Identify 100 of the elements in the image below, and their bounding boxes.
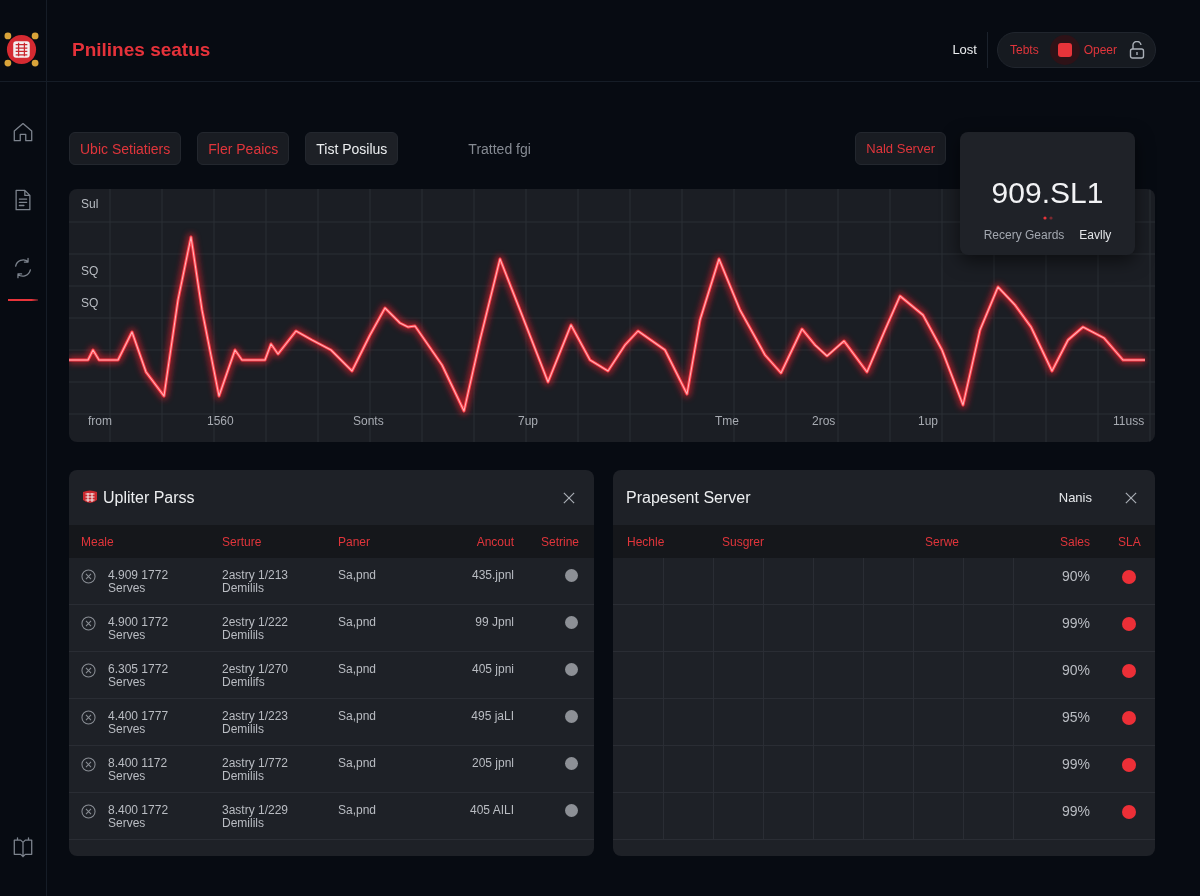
filter-chip[interactable]: Ubic Setiatiers [69,132,182,165]
column-header: Hechle [627,534,665,549]
x-circle-icon [81,710,96,725]
x-circle-icon [81,757,96,772]
stat-label: Recery Geards [983,228,1065,242]
table-cell: 99% [1061,804,1090,819]
home-icon[interactable] [12,121,34,143]
grid-badge-icon [82,490,98,505]
table-cell: 2estry 1/270 [222,663,289,676]
axis-label: 1560 [207,414,234,428]
status-dot-icon [565,757,578,770]
app-title: Pnilines seatus [72,38,211,61]
table-cell: Serves [108,582,146,595]
toggle-label[interactable]: Opeer [1083,42,1117,57]
column-header: Serture [222,534,262,549]
table-cell: 6.305 1772 [108,663,169,676]
status-dot-icon [565,569,578,582]
table-cell: Demilils [222,629,264,642]
refresh-icon[interactable] [12,257,34,279]
column-header: Sales [1059,534,1090,549]
x-circle-icon [81,663,96,678]
table-cell: Serves [108,723,146,736]
stop-icon[interactable] [1049,34,1080,65]
close-icon[interactable] [1125,491,1137,504]
panel-title: Prapesent Server [626,488,751,507]
action-button[interactable]: Nald Server [855,132,946,165]
axis-label: 2ros [812,414,836,428]
table-cell: Demilils [222,582,264,595]
status-dot-icon [565,804,578,817]
table-cell: 2astry 1/213 [222,569,289,582]
table-cell: Demilils [222,723,264,736]
table-cell: Serves [108,676,146,689]
status-dot-icon [1122,570,1136,584]
table-cell: Sa,pnd [338,616,377,629]
table-cell: 4.909 1772 [108,569,169,582]
table-cell: Serves [108,817,146,830]
axis-label: Sonts [353,414,384,428]
column-header: Ancout [476,534,514,549]
status-dot-icon [1122,617,1136,631]
x-circle-icon [81,569,96,584]
table-cell: 405 jpni [471,663,514,676]
column-header: Paner [338,534,371,549]
status-dot-icon [565,663,578,676]
table-cell: Demilils [222,770,264,783]
column-header: Serwe [925,534,959,549]
axis-label: 1up [918,414,939,428]
column-header: Susgrer [722,534,765,549]
axis-label: Tme [715,414,739,428]
table-cell: 3astry 1/229 [222,804,289,817]
book-icon[interactable] [12,836,34,858]
status-dot-icon [1122,758,1136,772]
table-cell: Sa,pnd [338,710,377,723]
document-icon[interactable] [12,189,34,211]
table-cell: Serves [108,770,146,783]
table-cell: Sa,pnd [338,804,377,817]
panel-title: Upliter Parss [103,488,195,507]
filter-link[interactable]: Nanis [1058,490,1092,505]
indicator-dots-icon [1042,216,1053,220]
table-cell: 8.400 1772 [108,804,169,817]
status-dot-icon [565,616,578,629]
table-cell: 405 AILI [469,804,514,817]
table-cell: 8.400 1172 [108,757,168,770]
column-header: SLA [1118,534,1141,549]
table-cell: 4.900 1772 [108,616,169,629]
padlock-icon[interactable] [1129,40,1145,59]
table-cell: Serves [108,629,146,642]
emblem-icon [3,31,39,68]
column-header: Meale [81,534,114,549]
toggle-label[interactable]: Tebts [1009,42,1039,57]
column-header: Setrine [540,534,579,549]
status-dot-icon [1122,711,1136,725]
axis-label: 11uss [1113,414,1145,428]
axis-label: SQ [81,296,99,310]
table-cell: 99% [1061,616,1090,631]
user-link[interactable]: Lost [952,42,977,57]
axis-label: 7up [518,414,539,428]
table-cell: 99% [1061,757,1090,772]
table-cell: 2estry 1/222 [222,616,289,629]
table-cell: 2astry 1/772 [222,757,289,770]
toolbar-caption: Tratted fgi [468,140,531,157]
axis-label: Sul [81,197,99,211]
table-cell: Demilils [222,817,264,830]
close-icon[interactable] [563,491,575,504]
stat-value: 909.SL1 [991,176,1104,210]
table-cell: 90% [1061,663,1090,678]
table-cell: 2astry 1/223 [222,710,289,723]
status-dot-icon [1122,664,1136,678]
table-cell: Sa,pnd [338,663,377,676]
status-dot-icon [1122,805,1136,819]
table-cell: 95% [1061,710,1090,725]
filter-chip[interactable]: Tist Posilus [305,132,399,165]
table-cell: Demilifs [222,676,265,689]
table-cell: 90% [1061,569,1090,584]
status-dot-icon [565,710,578,723]
table-cell: Sa,pnd [338,569,377,582]
axis-label: from [88,414,112,428]
table-cell: 4.400 1777 [108,710,169,723]
x-circle-icon [81,804,96,819]
table-cell: 205 jpnl [471,757,514,770]
filter-chip[interactable]: Fler Peaics [197,132,290,165]
